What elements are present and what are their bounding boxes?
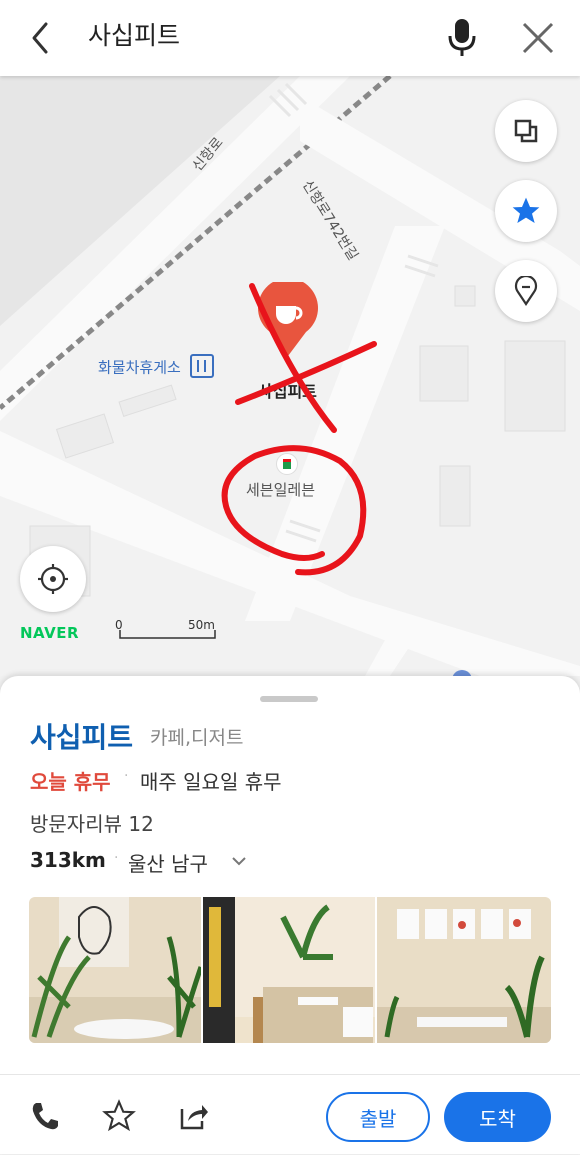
photo-3[interactable] (377, 897, 551, 1043)
phone-icon[interactable] (28, 1099, 62, 1133)
scale-bar (119, 630, 216, 639)
back-icon[interactable] (22, 18, 62, 58)
sheet-drag-handle[interactable] (260, 696, 318, 702)
photo-1[interactable] (29, 897, 201, 1043)
naver-logo: NAVER (20, 624, 80, 642)
search-header: 사십피트 (0, 0, 580, 76)
photo-2[interactable] (203, 897, 375, 1043)
depart-button[interactable]: 출발 (326, 1092, 430, 1142)
visitor-reviews[interactable]: 방문자리뷰 12 (30, 808, 154, 837)
business-status-detail: 매주 일요일 휴무 (140, 770, 282, 794)
rest-area-icon (189, 354, 214, 378)
chevron-down-icon[interactable] (230, 852, 248, 870)
poi-rest-area[interactable]: 화물차휴게소 (98, 354, 214, 380)
arrive-button[interactable]: 도착 (444, 1092, 551, 1142)
mic-icon[interactable] (440, 14, 486, 60)
poi-convenience-label[interactable]: 세븐일레븐 (246, 479, 315, 500)
business-status: 오늘 휴무 (30, 770, 111, 794)
search-query[interactable]: 사십피트 (88, 18, 180, 54)
poi-rest-area-label: 화물차휴게소 (98, 358, 181, 377)
share-icon[interactable] (176, 1099, 210, 1133)
place-info-sheet: 사십피트 카페,디저트 오늘 휴무 · 매주 일요일 휴무 방문자리뷰 12 3… (0, 676, 580, 1154)
star-outline-icon[interactable] (102, 1099, 136, 1133)
convenience-store-icon (276, 453, 298, 475)
separator-dot: · (114, 850, 119, 866)
distance: 313km (30, 848, 106, 872)
map-canvas (0, 76, 580, 676)
star-icon (512, 197, 540, 223)
layers-icon (514, 119, 538, 143)
locate-icon (38, 564, 68, 594)
layers-button[interactable] (495, 100, 557, 162)
close-icon[interactable] (516, 16, 560, 60)
selected-place-label: 사십피트 (258, 382, 317, 401)
action-bar: 출발 도착 (0, 1074, 580, 1155)
my-location-button[interactable] (20, 546, 86, 612)
favorite-button[interactable] (495, 180, 557, 242)
separator-dot: · (124, 768, 129, 784)
place-category: 카페,디저트 (150, 727, 244, 749)
selected-place-pin[interactable] (256, 278, 320, 358)
pin-outline-icon (514, 276, 538, 306)
region[interactable]: 울산 남구 (128, 848, 208, 877)
location-pin-button[interactable] (495, 260, 557, 322)
place-name[interactable]: 사십피트 (30, 716, 133, 756)
place-photos[interactable] (29, 897, 551, 1043)
map-view[interactable]: 신항로 신항로742번길 화물차휴게소 사십피트 세븐일레븐 NAVER 0 5… (0, 76, 580, 676)
